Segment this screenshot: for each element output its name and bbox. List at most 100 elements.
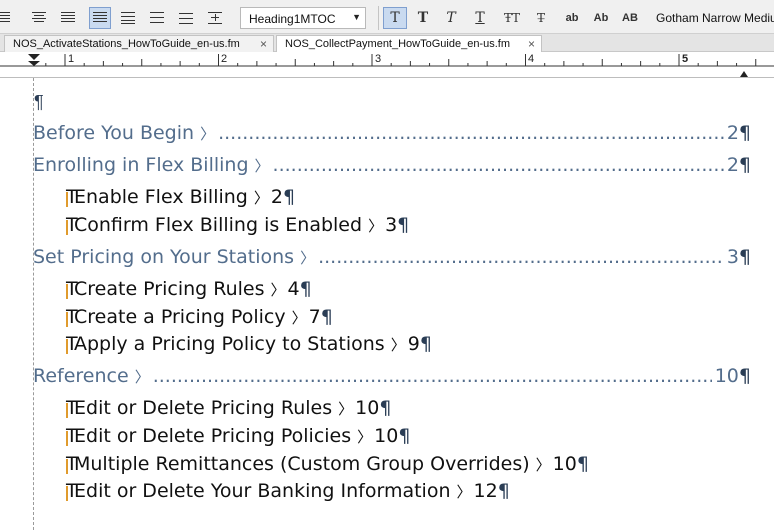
pilcrow-mark: ¶ bbox=[738, 246, 751, 268]
horizontal-ruler[interactable]: 1 2 3 4 5 bbox=[0, 52, 774, 78]
align-right-icon[interactable] bbox=[0, 7, 14, 29]
dot-leader bbox=[318, 246, 724, 268]
custom-spacing-icon[interactable] bbox=[175, 7, 197, 29]
toc-page-number: 3 bbox=[385, 214, 398, 236]
dot-leader bbox=[153, 365, 712, 387]
text-marker-icon: T bbox=[66, 214, 78, 236]
toc-entry-title: Create a Pricing Policy bbox=[74, 306, 286, 328]
text-marker-icon: T bbox=[66, 480, 78, 502]
tab-marker-icon: 〉 bbox=[390, 336, 406, 354]
lowercase-button[interactable]: ab bbox=[560, 7, 584, 29]
tab-label: NOS_ActivateStations_HowToGuide_en-us.fm bbox=[13, 38, 240, 50]
ruler-label: 4 bbox=[528, 53, 535, 65]
close-icon[interactable]: × bbox=[260, 37, 267, 51]
toc-subentry[interactable]: T Create a Pricing Policy 〉 7 ¶ bbox=[66, 306, 333, 334]
tab-marker-icon: 〉 bbox=[338, 400, 354, 418]
single-spacing-icon[interactable] bbox=[89, 7, 111, 29]
toc-heading-entry[interactable]: Enrolling in Flex Billing 〉 2¶ bbox=[33, 154, 751, 182]
toc-entry-title: Confirm Flex Billing is Enabled bbox=[74, 214, 363, 236]
toc-page-number: 2 bbox=[726, 154, 739, 176]
text-marker-icon: T bbox=[66, 425, 78, 447]
toc-subentry[interactable]: T Apply a Pricing Policy to Stations 〉 9 ¶ bbox=[66, 333, 432, 361]
text-marker-icon: T bbox=[66, 306, 78, 328]
tab-marker-icon: 〉 bbox=[253, 189, 269, 207]
tab-marker-icon: 〉 bbox=[270, 281, 286, 299]
ruler-label: 2 bbox=[221, 53, 228, 65]
toc-page-number: 10 bbox=[355, 397, 380, 419]
italic-button[interactable]: T bbox=[439, 7, 463, 29]
plain-text-button[interactable]: T bbox=[383, 7, 407, 29]
tab-marker-icon: 〉 bbox=[357, 428, 373, 446]
toc-entry-title: Set Pricing on Your Stations bbox=[33, 246, 295, 268]
document-canvas[interactable]: ¶ Before You Begin〉2¶ Enrolling in Flex B… bbox=[0, 78, 774, 530]
toc-subentry[interactable]: T Edit or Delete Pricing Rules 〉 10 ¶ bbox=[66, 397, 391, 425]
font-name-field[interactable]: Gotham Narrow Medium bbox=[656, 11, 774, 25]
toc-heading-entry[interactable]: Set Pricing on Your Stations 〉 3¶ bbox=[33, 246, 751, 274]
strikethrough-button[interactable]: T̶ bbox=[529, 7, 553, 29]
tab-marker-icon: 〉 bbox=[456, 483, 472, 501]
tab-marker-icon: 〉 bbox=[291, 309, 307, 327]
overline-button[interactable]: ŦT bbox=[500, 7, 524, 29]
chevron-down-icon: ▼ bbox=[352, 12, 361, 22]
toc-entry-title: Enable Flex Billing bbox=[74, 186, 248, 208]
ruler-label: 3 bbox=[375, 53, 382, 65]
initial-caps-button[interactable]: Ab bbox=[589, 7, 613, 29]
toc-subentry[interactable]: T Create Pricing Rules 〉 4 ¶ bbox=[66, 278, 312, 306]
tab-activate-stations[interactable]: NOS_ActivateStations_HowToGuide_en-us.fm… bbox=[4, 35, 274, 52]
pilcrow-mark: ¶ bbox=[576, 453, 589, 475]
paragraph-format-select[interactable]: Heading1MTOC ▼ bbox=[240, 7, 366, 29]
toc-entry-title: Edit or Delete Pricing Policies bbox=[74, 425, 352, 447]
formatting-toolbar: Heading1MTOC ▼ T T T T ŦT T̶ ab Ab AB Go… bbox=[0, 0, 774, 34]
tab-marker-icon: 〉 bbox=[300, 249, 316, 267]
uppercase-button[interactable]: AB bbox=[618, 7, 642, 29]
line-spacing-plus-icon[interactable] bbox=[204, 7, 226, 29]
close-icon[interactable]: × bbox=[528, 37, 535, 51]
pilcrow-mark: ¶ bbox=[397, 214, 410, 236]
tab-marker-icon: 〉 bbox=[200, 125, 216, 143]
one-half-spacing-icon[interactable] bbox=[117, 7, 139, 29]
paragraph-format-value: Heading1MTOC bbox=[249, 12, 336, 26]
tab-collect-payment[interactable]: NOS_CollectPayment_HowToGuide_en-us.fm × bbox=[276, 35, 542, 52]
toc-heading-entry[interactable]: Before You Begin 〉 2¶ bbox=[33, 122, 751, 150]
text-marker-icon: T bbox=[66, 278, 78, 300]
ruler-label: 1 bbox=[68, 53, 75, 65]
pilcrow-mark: ¶ bbox=[282, 186, 296, 208]
toc-page-number: 9 bbox=[407, 333, 420, 355]
bold-button[interactable]: T bbox=[411, 7, 435, 29]
toc-entry-title: Edit or Delete Your Banking Information bbox=[74, 480, 451, 502]
toc-entry-title: Enrolling in Flex Billing bbox=[33, 154, 249, 176]
align-center-icon[interactable] bbox=[28, 7, 50, 29]
toc-page-number: 4 bbox=[287, 278, 300, 300]
toc-heading-entry[interactable]: Reference 〉 10¶ bbox=[33, 365, 751, 393]
document-tab-bar: NOS_ActivateStations_HowToGuide_en-us.fm… bbox=[0, 34, 774, 52]
toc-entry-title: Multiple Remittances (Custom Group Overr… bbox=[74, 453, 530, 475]
toc-subentry[interactable]: T Multiple Remittances (Custom Group Over… bbox=[66, 453, 589, 481]
ruler-label: 5 bbox=[682, 53, 689, 65]
toc-entry-title: Reference bbox=[33, 365, 129, 387]
pilcrow-mark: ¶ bbox=[299, 278, 312, 300]
toc-subentry[interactable]: T Edit or Delete Pricing Policies 〉 10 ¶ bbox=[66, 425, 410, 453]
text-marker-icon: T bbox=[66, 397, 78, 419]
toc-entry-title: Edit or Delete Pricing Rules bbox=[74, 397, 333, 419]
pilcrow-mark: ¶ bbox=[34, 92, 44, 112]
double-spacing-icon[interactable] bbox=[146, 7, 168, 29]
tab-label: NOS_CollectPayment_HowToGuide_en-us.fm bbox=[285, 38, 510, 50]
toolbar-divider bbox=[378, 6, 379, 30]
toc-subentry[interactable]: T Confirm Flex Billing is Enabled 〉 3 ¶ bbox=[66, 214, 409, 242]
underline-button[interactable]: T bbox=[468, 7, 492, 29]
tab-marker-icon: 〉 bbox=[254, 157, 270, 175]
toc-page-number: 10 bbox=[374, 425, 399, 447]
toc-page-number: 3 bbox=[726, 246, 739, 268]
toc-subentry[interactable]: T Edit or Delete Your Banking Information… bbox=[66, 480, 510, 508]
text-marker-icon: T bbox=[66, 453, 78, 475]
toc-page-number: 10 bbox=[714, 365, 739, 387]
pilcrow-mark: ¶ bbox=[398, 425, 411, 447]
toc-entry-title: Apply a Pricing Policy to Stations bbox=[74, 333, 385, 355]
toc-subentry[interactable]: T Enable Flex Billing 〉 2 ¶ bbox=[66, 186, 295, 214]
pilcrow-mark: ¶ bbox=[738, 122, 751, 144]
align-justify-icon[interactable] bbox=[57, 7, 79, 29]
dot-leader bbox=[218, 122, 724, 144]
toc-page-number: 2 bbox=[270, 186, 283, 208]
toc-page-number: 12 bbox=[473, 480, 498, 502]
ruler-ticks bbox=[0, 54, 774, 77]
